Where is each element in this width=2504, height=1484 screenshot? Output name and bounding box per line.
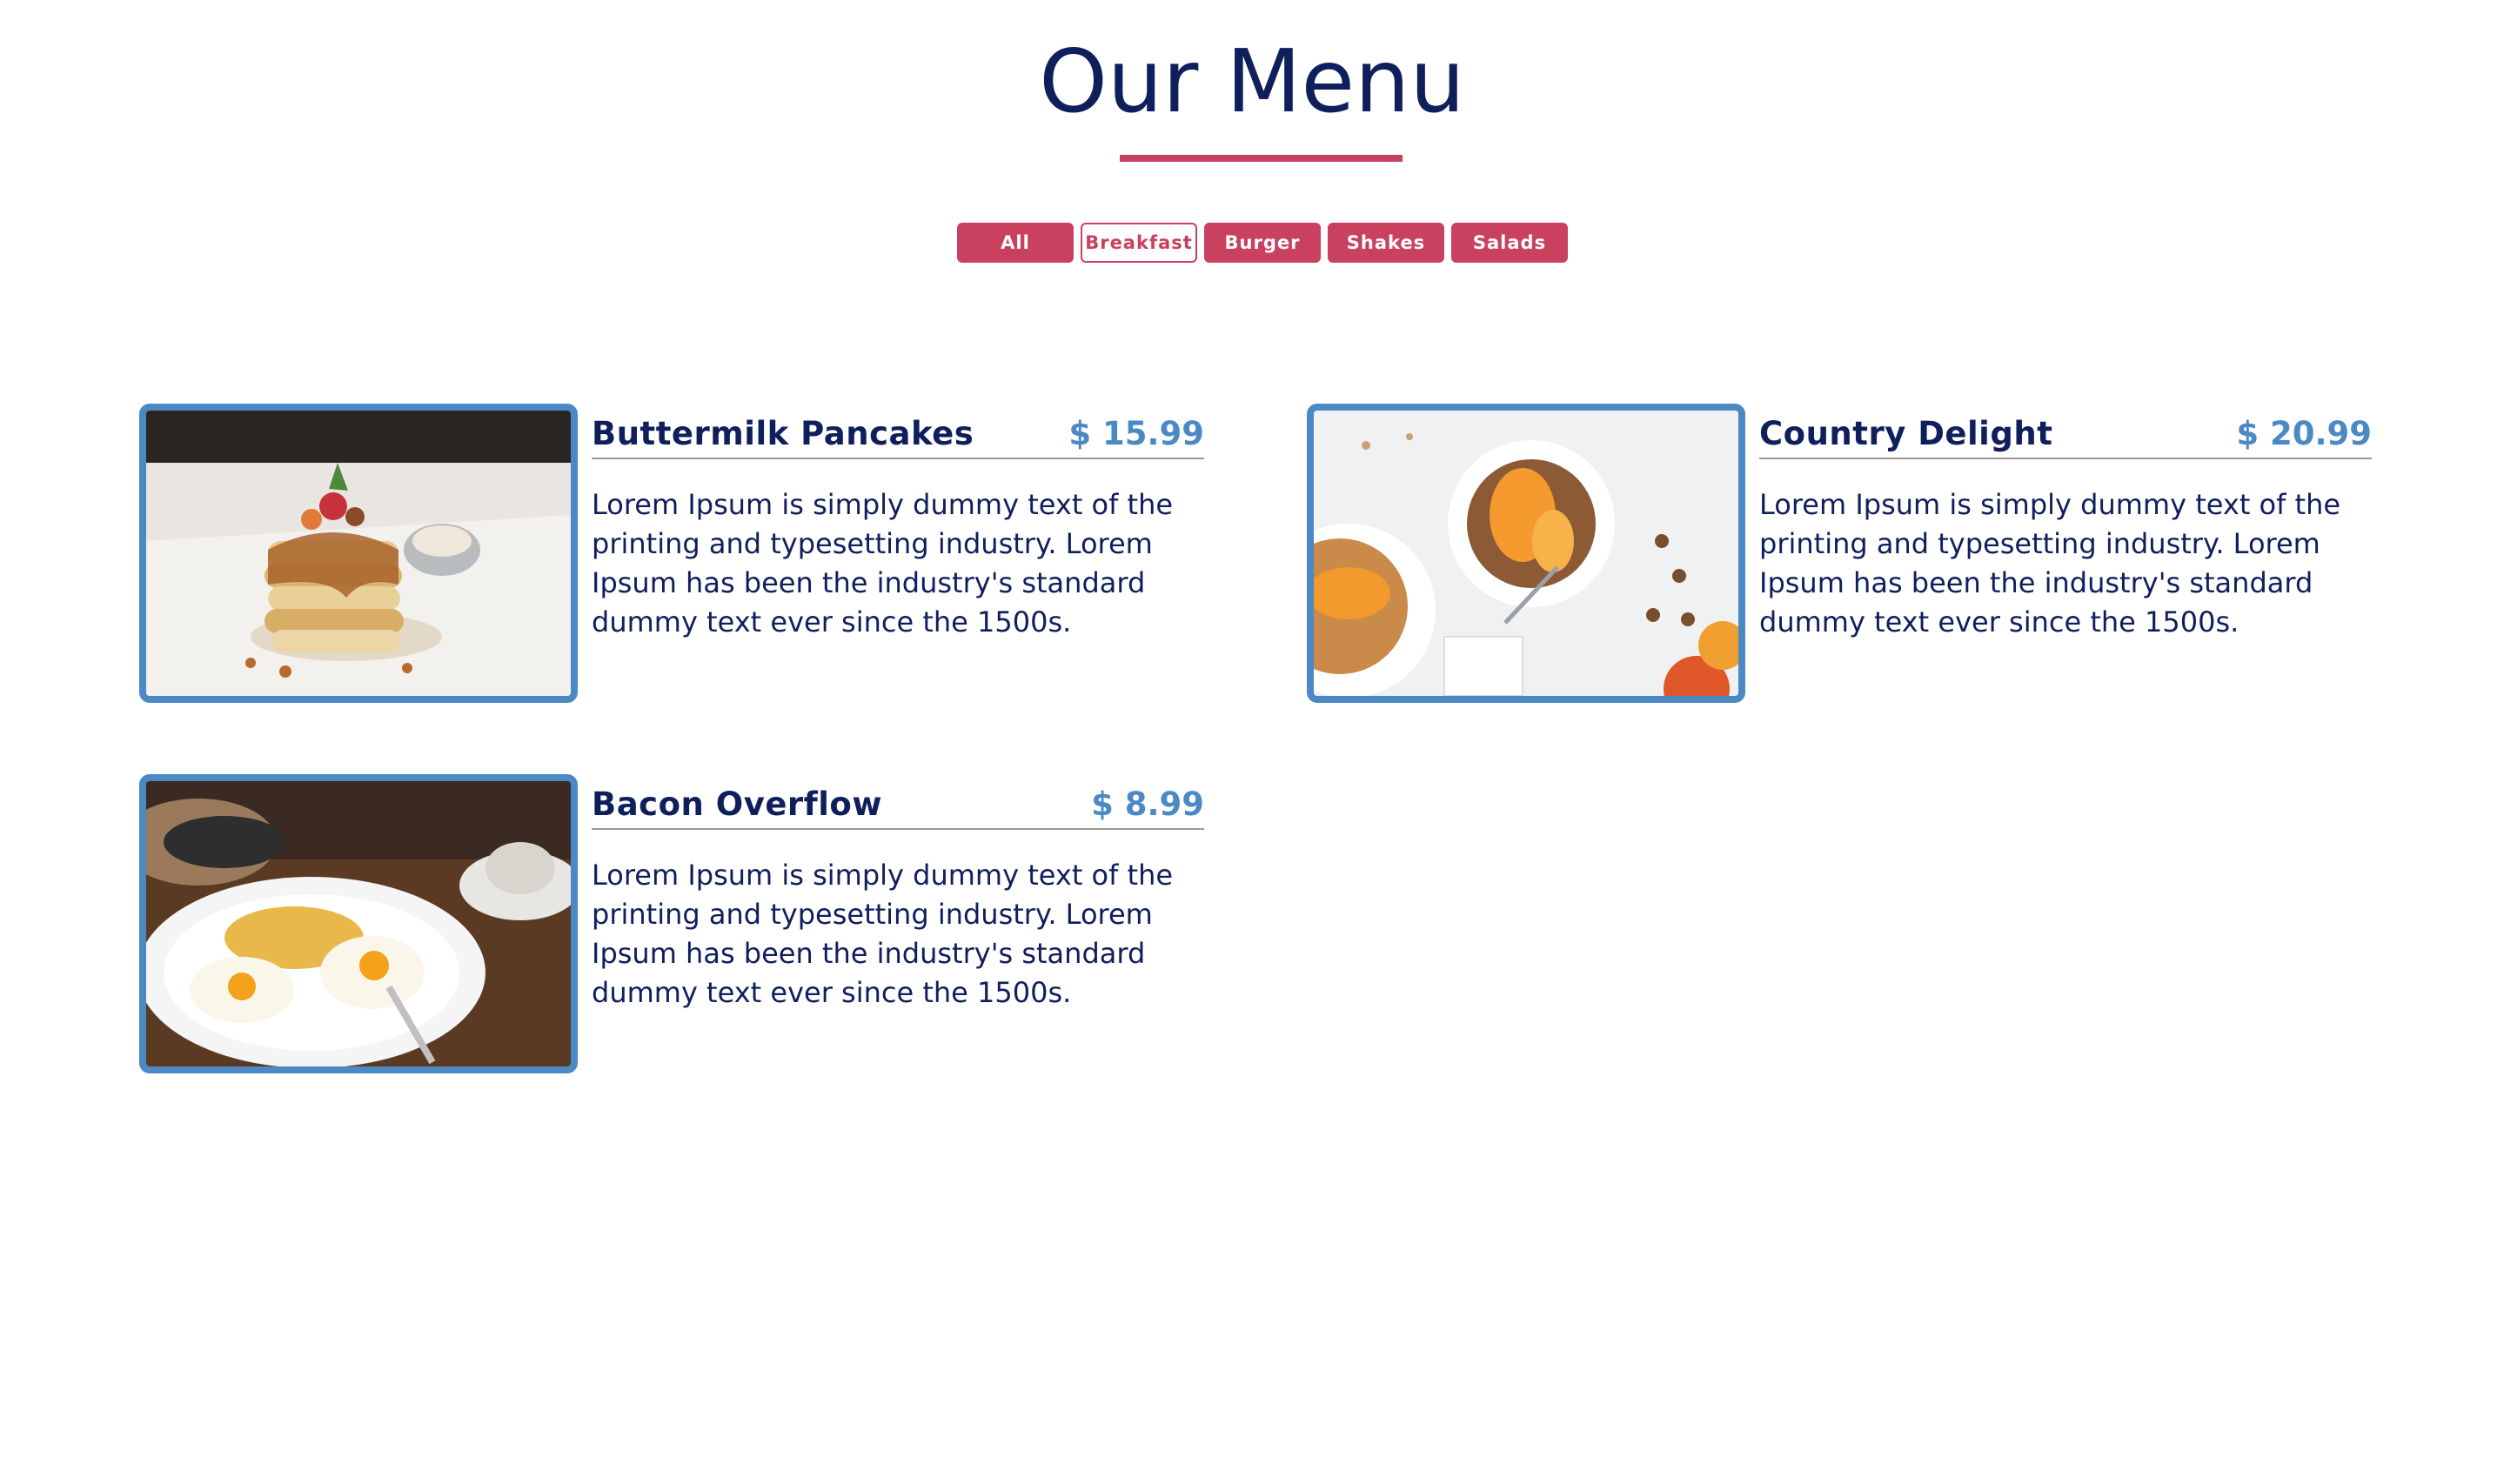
menu-item-header: Bacon Overflow $ 8.99: [592, 785, 1204, 830]
category-filters: All Breakfast Burger Shakes Salads: [957, 223, 1568, 263]
menu-item-info: Bacon Overflow $ 8.99 Lorem Ipsum is sim…: [592, 785, 1204, 1013]
menu-item-card: Buttermilk Pancakes $ 15.99 Lorem Ipsum …: [139, 404, 1218, 703]
menu-item-name: Bacon Overflow: [592, 785, 883, 823]
menu-item-card: Bacon Overflow $ 8.99 Lorem Ipsum is sim…: [139, 774, 1218, 1073]
eggs-breakfast-photo: [139, 774, 578, 1073]
filter-shakes-button[interactable]: Shakes: [1328, 223, 1444, 263]
menu-item-description: Lorem Ipsum is simply dummy text of the …: [592, 859, 1174, 1009]
filter-salads-button[interactable]: Salads: [1451, 223, 1568, 263]
menu-item-name: Buttermilk Pancakes: [592, 415, 974, 452]
filter-burger-button[interactable]: Burger: [1204, 223, 1321, 263]
menu-item-header: Buttermilk Pancakes $ 15.99: [592, 414, 1204, 459]
menu-item-description: Lorem Ipsum is simply dummy text of the …: [1759, 488, 2341, 638]
menu-item-price: $ 8.99: [1091, 785, 1204, 823]
page-title: Our Menu: [1039, 30, 1465, 132]
filter-all-button[interactable]: All: [957, 223, 1074, 263]
pancakes-photo: [139, 404, 578, 703]
menu-item-name: Country Delight: [1759, 415, 2053, 452]
menu-item-price: $ 15.99: [1068, 415, 1204, 452]
title-underline: [1120, 155, 1403, 162]
menu-item-info: Country Delight $ 20.99 Lorem Ipsum is s…: [1759, 414, 2372, 642]
menu-item-info: Buttermilk Pancakes $ 15.99 Lorem Ipsum …: [592, 414, 1204, 642]
menu-item-description: Lorem Ipsum is simply dummy text of the …: [592, 488, 1174, 638]
menu-item-card: Country Delight $ 20.99 Lorem Ipsum is s…: [1307, 404, 2386, 703]
menu-item-header: Country Delight $ 20.99: [1759, 414, 2372, 459]
fruit-bowls-photo: [1307, 404, 1745, 703]
menu-item-price: $ 20.99: [2236, 415, 2372, 452]
menu-page: Our Menu All Breakfast Burger Shakes Sal…: [0, 0, 2504, 1484]
filter-breakfast-button[interactable]: Breakfast: [1081, 223, 1197, 263]
